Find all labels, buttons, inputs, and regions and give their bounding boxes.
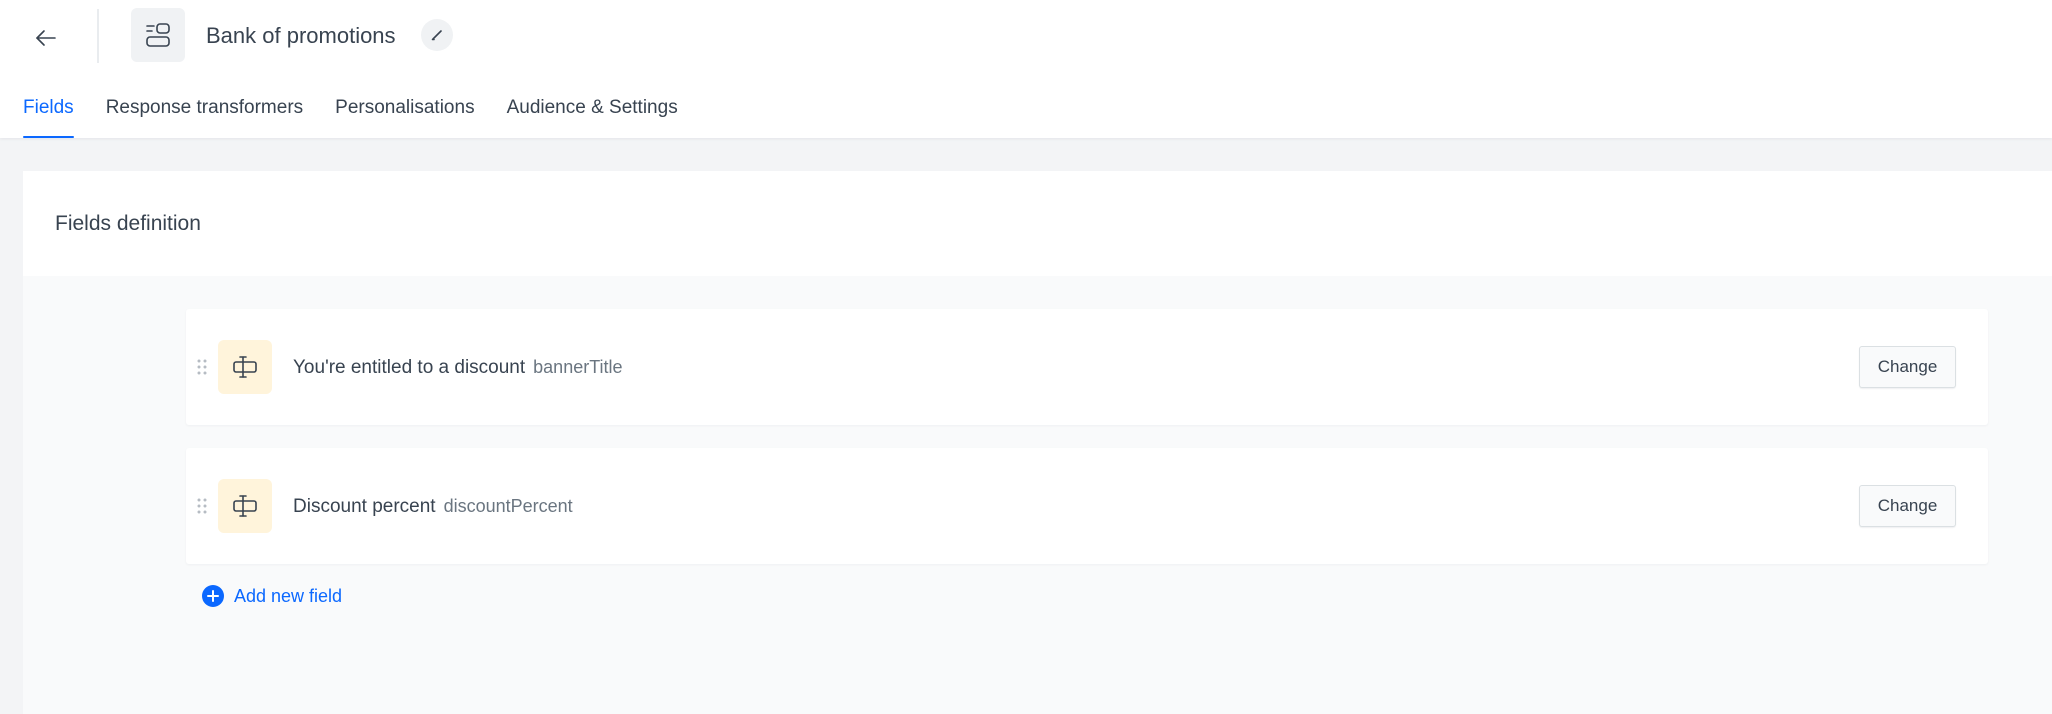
text-field-icon [218,340,272,394]
field-row: Discount percent discountPercent Change [186,448,1988,564]
drag-handle-icon[interactable] [195,357,209,377]
tab-response-transformers[interactable]: Response transformers [106,96,303,138]
change-button[interactable]: Change [1859,485,1956,527]
tab-audience-settings[interactable]: Audience & Settings [507,96,678,138]
edit-title-button[interactable] [421,19,453,51]
back-button[interactable] [26,18,66,58]
pencil-icon [431,30,442,41]
tab-fields[interactable]: Fields [23,96,74,138]
card-header: Fields definition [23,171,2052,276]
field-name: Discount percent [293,496,436,517]
tab-personalisations[interactable]: Personalisations [335,96,474,138]
change-button[interactable]: Change [1859,346,1956,388]
field-row: You're entitled to a discount bannerTitle… [186,309,1988,425]
arrow-left-icon [36,30,56,46]
card-body: You're entitled to a discount bannerTitle… [23,276,2052,714]
object-icon-box [131,8,185,62]
drag-handle-icon[interactable] [195,496,209,516]
text-field-icon [218,479,272,533]
field-key: discountPercent [443,496,573,516]
field-key: bannerTitle [533,357,623,377]
page-title: Bank of promotions [206,23,396,48]
tab-bar: Fields Response transformers Personalisa… [23,96,710,138]
add-new-field-label: Add new field [234,585,343,606]
header-divider [97,9,99,63]
layout-icon [146,23,170,47]
plus-circle-icon [202,585,224,607]
field-label: You're entitled to a discount bannerTitle [293,355,623,380]
fields-card: Fields definition You're entitled to a d… [23,171,2052,714]
card-title: Fields definition [55,212,201,235]
field-name: You're entitled to a discount [293,357,526,378]
add-new-field-button[interactable]: Add new field [202,583,342,609]
page-header: Bank of promotions Fields Response trans… [0,0,2052,138]
field-label: Discount percent discountPercent [293,494,573,519]
